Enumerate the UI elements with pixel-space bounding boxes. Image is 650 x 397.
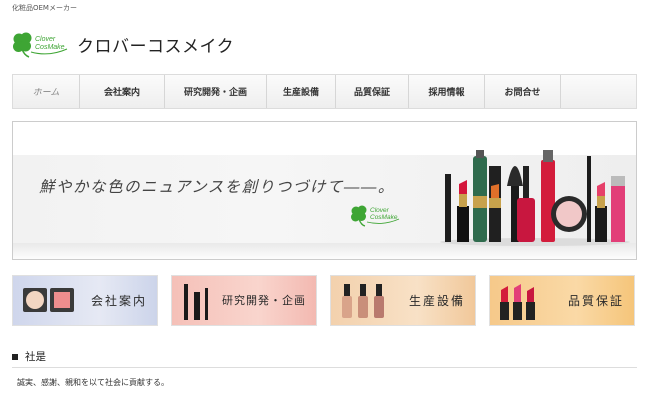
nav-facilities[interactable]: 生産設備 <box>267 75 336 108</box>
hero-banner: 鮮やかな色のニュアンスを創りつづけて――。 Clover CosMake <box>12 121 637 260</box>
nav-label: お問合せ <box>504 88 541 98</box>
nav-recruit[interactable]: 採用情報 <box>409 75 485 108</box>
nav-contact[interactable]: お問合せ <box>485 75 561 108</box>
square-bullet-icon <box>12 353 18 360</box>
section-divider <box>12 367 637 368</box>
nail-polish-icon <box>342 284 384 318</box>
card-label: 品質保証 <box>567 294 624 308</box>
section-text: 誠実、感謝、親和を以て社会に貢献する。 <box>17 378 169 387</box>
nav-home[interactable]: ホーム <box>13 75 80 108</box>
section-heading: 社是 <box>12 349 46 364</box>
hero-clover-logo-icon: Clover CosMake <box>349 202 401 228</box>
card-label: 会社案内 <box>90 294 147 308</box>
site-name: クロバーコスメイク <box>77 36 235 57</box>
nav-rnd[interactable]: 研究開発・企画 <box>165 75 267 108</box>
hero-logo-line2: CosMake <box>370 214 398 221</box>
site-logo[interactable]: Clover CosMake クロバーコスメイク <box>11 29 234 59</box>
lipstick-icon <box>500 284 535 320</box>
cosmetics-product-image <box>435 146 630 246</box>
card-facilities[interactable]: 生産設備 <box>330 275 476 326</box>
logo-mark-line2: CosMake <box>35 44 65 51</box>
hero-catch-copy: 鮮やかな色のニュアンスを創りつづけて――。 <box>39 178 395 196</box>
clover-logo-icon: Clover CosMake <box>11 29 69 59</box>
card-company[interactable]: 会社案内 <box>12 275 158 326</box>
nav-label: 研究開発・企画 <box>183 88 247 98</box>
nav-label: 生産設備 <box>282 88 319 98</box>
card-quality[interactable]: 品質保証 <box>489 275 635 326</box>
card-rnd[interactable]: 研究開発・企画 <box>171 275 317 326</box>
nav-quality[interactable]: 品質保証 <box>336 75 409 108</box>
mascara-icon <box>184 284 208 320</box>
logo-mark-line1: Clover <box>35 36 56 43</box>
card-label: 生産設備 <box>408 294 465 308</box>
nav-company[interactable]: 会社案内 <box>80 75 165 108</box>
section-title: 社是 <box>25 351 46 363</box>
feature-cards: 会社案内 研究開発・企画 生産設備 品質保証 <box>12 275 637 326</box>
nav-label: 会社案内 <box>103 88 140 98</box>
hero-logo-line1: Clover <box>370 207 390 214</box>
card-label: 研究開発・企画 <box>222 294 306 307</box>
nav-label: 品質保証 <box>353 88 390 98</box>
global-nav: ホーム 会社案内 研究開発・企画 生産設備 品質保証 採用情報 お問合せ <box>12 74 637 109</box>
tagline: 化粧品OEMメーカー <box>12 4 77 12</box>
nav-label: ホーム <box>32 88 60 98</box>
nav-label: 採用情報 <box>428 88 465 98</box>
compact-powder-icon <box>23 288 74 312</box>
